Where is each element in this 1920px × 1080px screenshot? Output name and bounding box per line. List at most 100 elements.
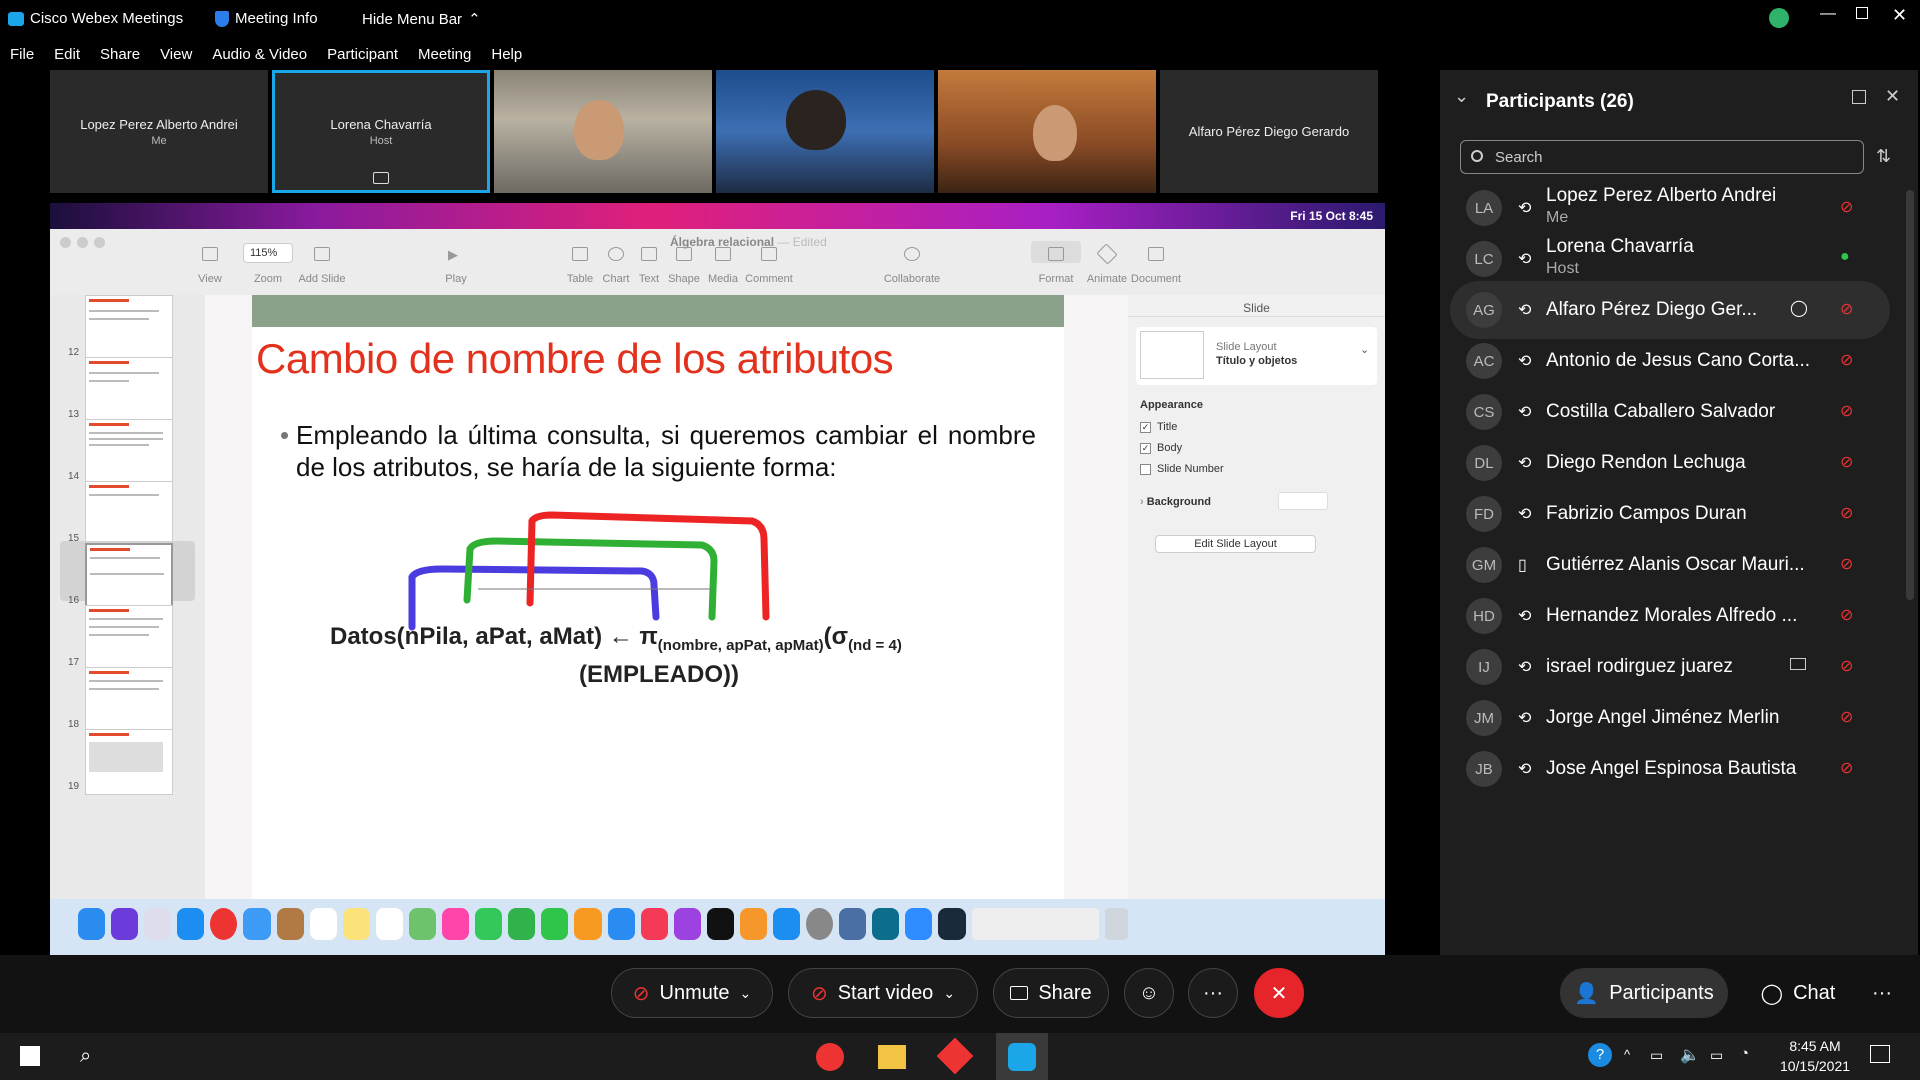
- file-explorer-icon[interactable]: [878, 1045, 906, 1069]
- trash-icon[interactable]: [1104, 908, 1129, 940]
- mic-muted-icon[interactable]: ⊘: [1840, 605, 1853, 624]
- menu-edit[interactable]: Edit: [44, 38, 90, 70]
- taskbar-time[interactable]: 8:45 AM: [1775, 1038, 1855, 1054]
- hide-menu-bar-button[interactable]: Hide Menu Bar ⌃: [362, 10, 481, 29]
- facetime-icon[interactable]: [541, 908, 569, 940]
- chrome-taskbar-icon[interactable]: [816, 1043, 844, 1071]
- collaborate-button[interactable]: Collaborate: [882, 273, 942, 285]
- mic-muted-icon[interactable]: ⊘: [1840, 503, 1853, 522]
- mic-muted-icon[interactable]: ⊘: [1840, 197, 1853, 216]
- books-icon[interactable]: [739, 908, 767, 940]
- text-icon[interactable]: [641, 247, 657, 261]
- title-checkbox[interactable]: ✓ Title: [1140, 421, 1177, 433]
- slide-thumbnail-selected[interactable]: [85, 543, 173, 609]
- network-icon[interactable]: ▭: [1650, 1047, 1663, 1064]
- video-tile-participant[interactable]: Alfaro Pérez Diego Gerardo: [1160, 70, 1378, 193]
- participants-button[interactable]: 👤 Participants: [1560, 968, 1728, 1018]
- mic-muted-icon[interactable]: ⊘: [1840, 707, 1853, 726]
- document-button[interactable]: Document: [1126, 273, 1186, 285]
- media-icon[interactable]: [715, 247, 731, 261]
- finder-icon[interactable]: [78, 908, 106, 940]
- comment-button[interactable]: Comment: [739, 273, 799, 285]
- zoom-dot-icon[interactable]: [94, 237, 105, 248]
- system-preferences-icon[interactable]: [806, 908, 834, 940]
- comment-icon[interactable]: [761, 247, 777, 261]
- wifi-icon[interactable]: ◔: [1740, 1045, 1749, 1062]
- edit-slide-layout-button[interactable]: Edit Slide Layout: [1155, 535, 1316, 553]
- menu-audio-video[interactable]: Audio & Video: [202, 38, 317, 70]
- tray-chevron-icon[interactable]: ^: [1624, 1047, 1630, 1062]
- video-tile-self[interactable]: Lopez Perez Alberto Andrei Me: [50, 70, 268, 193]
- document-icon[interactable]: [1148, 247, 1164, 261]
- preview-icon[interactable]: [839, 908, 867, 940]
- numbers-icon[interactable]: [508, 908, 536, 940]
- keynote-icon[interactable]: [607, 908, 635, 940]
- participant-row[interactable]: JB ⟲ Jose Angel Espinosa Bautista ⊘: [1450, 740, 1890, 798]
- chrome-icon[interactable]: [210, 908, 238, 940]
- notes-icon[interactable]: [342, 908, 370, 940]
- calendar-icon[interactable]: [309, 908, 337, 940]
- zoom-app-icon[interactable]: [905, 908, 933, 940]
- menu-share[interactable]: Share: [90, 38, 150, 70]
- mic-muted-icon[interactable]: ⊘: [1840, 299, 1853, 318]
- table-icon[interactable]: [572, 247, 588, 261]
- video-camera-icon[interactable]: [1790, 658, 1806, 670]
- participant-row[interactable]: JM ⟲ Jorge Angel Jiménez Merlin ⊘: [1450, 689, 1890, 747]
- windows-start-icon[interactable]: [20, 1046, 40, 1066]
- add-slide-button[interactable]: Add Slide: [292, 273, 352, 285]
- video-tile-camera[interactable]: [938, 70, 1156, 193]
- chat-bubble-icon[interactable]: ◯: [1790, 298, 1808, 318]
- background-color-well[interactable]: [1278, 492, 1328, 510]
- view-button[interactable]: View: [180, 273, 240, 285]
- mail-icon[interactable]: [243, 908, 271, 940]
- video-tile-camera[interactable]: [716, 70, 934, 193]
- taskbar-date[interactable]: 10/15/2021: [1775, 1058, 1855, 1074]
- play-button[interactable]: Play: [426, 273, 486, 285]
- chart-icon[interactable]: [608, 247, 624, 261]
- popout-icon[interactable]: [1852, 90, 1866, 104]
- panel-scrollbar[interactable]: [1906, 190, 1914, 600]
- webex-icon[interactable]: [872, 908, 900, 940]
- sort-icon[interactable]: ⇅: [1876, 146, 1891, 167]
- meeting-info-button[interactable]: Meeting Info: [215, 10, 318, 27]
- podcasts-icon[interactable]: [673, 908, 701, 940]
- slide-thumbnail[interactable]: [85, 419, 173, 485]
- search-icon[interactable]: ⌕: [80, 1045, 91, 1068]
- animate-icon[interactable]: [1096, 243, 1118, 265]
- slide-thumbnail[interactable]: [85, 481, 173, 547]
- video-tile-camera[interactable]: [494, 70, 712, 193]
- participant-row[interactable]: CS ⟲ Costilla Caballero Salvador ⊘: [1450, 383, 1890, 441]
- mic-muted-icon[interactable]: ⊘: [1840, 758, 1853, 777]
- app-store-icon[interactable]: [772, 908, 801, 940]
- panel-more-button[interactable]: ···: [1862, 968, 1902, 1018]
- unmute-button[interactable]: ⊘ Unmute ⌄: [611, 968, 773, 1018]
- safari-icon[interactable]: [177, 908, 205, 940]
- slide-thumbnail[interactable]: [85, 667, 173, 733]
- end-meeting-button[interactable]: ✕: [1254, 968, 1304, 1018]
- messages-icon[interactable]: [475, 908, 503, 940]
- menu-help[interactable]: Help: [481, 38, 532, 70]
- maps-icon[interactable]: [408, 908, 437, 940]
- minimize-icon[interactable]: —: [1820, 5, 1836, 23]
- add-slide-icon[interactable]: [314, 247, 330, 261]
- slide-thumbnail[interactable]: [85, 729, 173, 795]
- mic-muted-icon[interactable]: ⊘: [1840, 452, 1853, 471]
- volume-icon[interactable]: 🔈: [1680, 1045, 1700, 1065]
- menu-file[interactable]: File: [0, 38, 44, 70]
- slide-layout-picker[interactable]: Slide Layout Título y objetos ⌄: [1136, 327, 1377, 385]
- slide-thumbnail[interactable]: [85, 295, 173, 361]
- minimize-dot-icon[interactable]: [77, 237, 88, 248]
- notifications-icon[interactable]: [1870, 1045, 1890, 1063]
- mic-muted-icon[interactable]: ⊘: [1840, 554, 1853, 573]
- launchpad-icon[interactable]: [144, 908, 172, 940]
- reactions-button[interactable]: ☺: [1124, 968, 1174, 1018]
- slide-thumbnail[interactable]: [85, 605, 173, 671]
- shape-icon[interactable]: [676, 247, 692, 261]
- reminders-icon[interactable]: [375, 908, 403, 940]
- battery-icon[interactable]: ▭: [1710, 1047, 1723, 1064]
- zoom-select[interactable]: 115%: [243, 243, 293, 263]
- participant-row[interactable]: IJ ⟲ israel rodirguez juarez ⊘: [1450, 638, 1890, 696]
- app-taskbar-icon[interactable]: [936, 1037, 974, 1075]
- mic-muted-icon[interactable]: ⊘: [1840, 350, 1853, 369]
- webex-meetings-icon[interactable]: [938, 908, 966, 940]
